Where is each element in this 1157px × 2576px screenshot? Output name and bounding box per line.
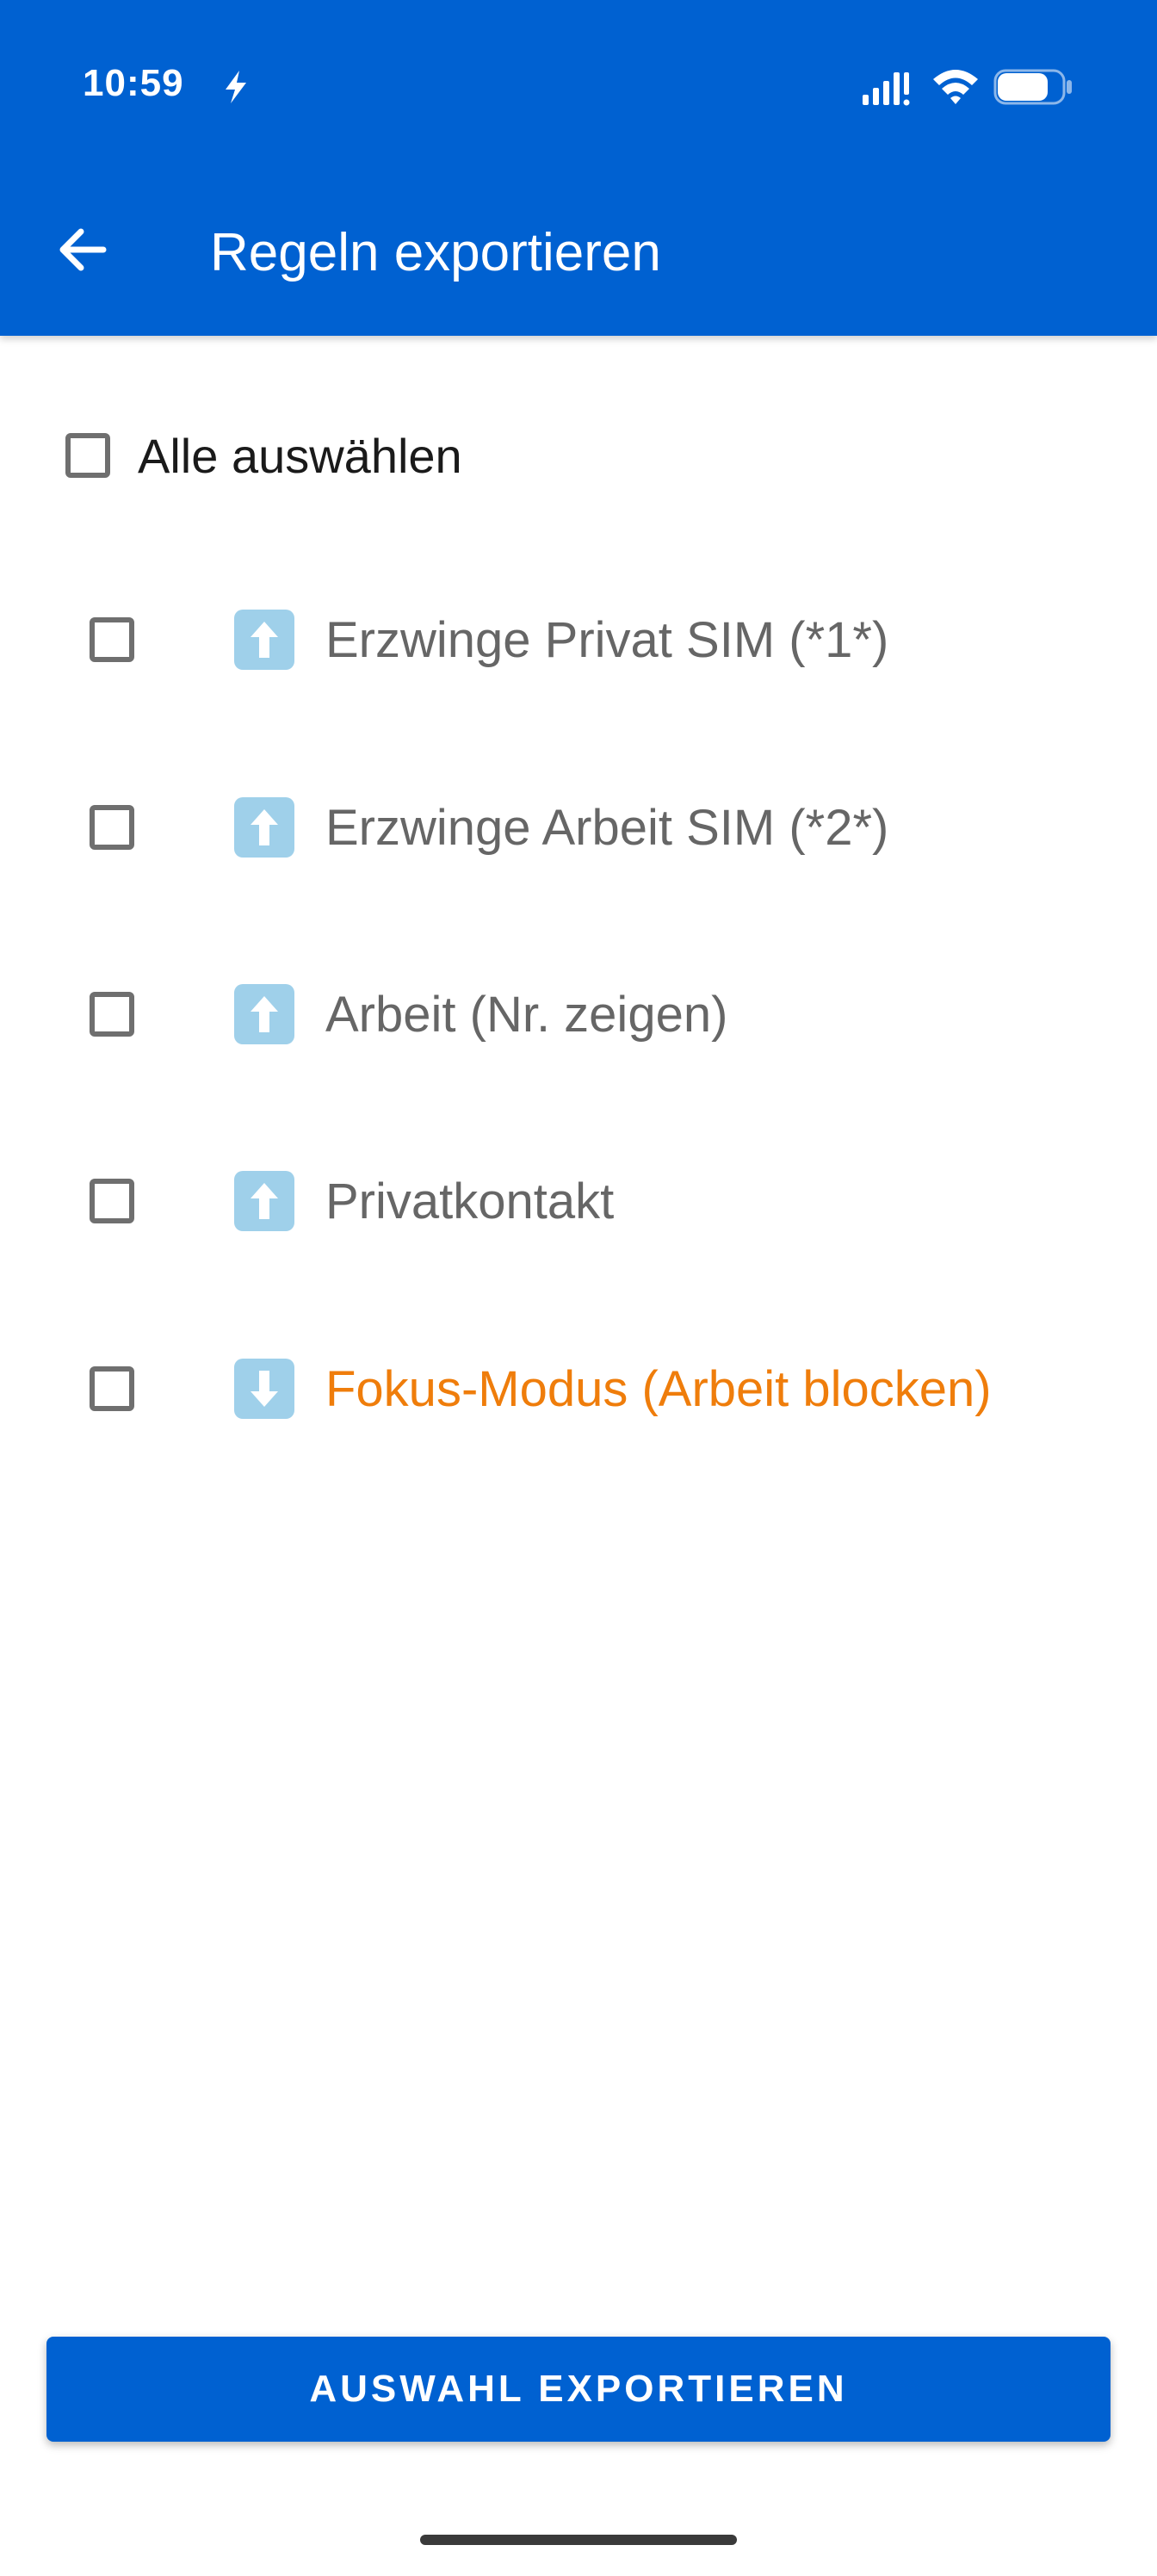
arrow-up-icon — [234, 1171, 294, 1231]
rule-checkbox[interactable] — [90, 617, 134, 662]
rule-item[interactable]: Erzwinge Privat SIM (*1*) — [0, 575, 1157, 704]
select-all-label: Alle auswählen — [138, 428, 462, 483]
arrow-up-icon — [234, 984, 294, 1044]
home-indicator[interactable] — [420, 2535, 737, 2545]
select-all-checkbox[interactable] — [65, 433, 110, 478]
select-all-row[interactable]: Alle auswählen — [65, 425, 462, 486]
cell-signal-icon — [863, 72, 910, 106]
rule-checkbox[interactable] — [90, 1179, 134, 1223]
arrow-down-icon — [234, 1359, 294, 1419]
rule-label: Erzwinge Arbeit SIM (*2*) — [325, 800, 889, 856]
rule-checkbox[interactable] — [90, 805, 134, 850]
app-bar: 10:59 Regeln exportieren — [0, 0, 1157, 336]
rule-label: Erzwinge Privat SIM (*1*) — [325, 612, 889, 668]
status-time: 10:59 — [83, 62, 184, 104]
charging-bolt-icon — [226, 71, 246, 103]
wifi-icon — [933, 70, 978, 104]
battery-icon — [993, 69, 1072, 105]
page-title: Regeln exportieren — [210, 223, 661, 282]
arrow-up-icon — [234, 610, 294, 670]
arrow-up-icon — [234, 797, 294, 858]
export-selection-button[interactable]: AUSWAHL EXPORTIEREN — [46, 2337, 1111, 2442]
rule-item[interactable]: Fokus-Modus (Arbeit blocken) — [0, 1324, 1157, 1453]
rule-item[interactable]: Arbeit (Nr. zeigen) — [0, 950, 1157, 1079]
rule-checkbox[interactable] — [90, 992, 134, 1037]
rule-label: Privatkontakt — [325, 1173, 615, 1229]
rule-item[interactable]: Privatkontakt — [0, 1136, 1157, 1266]
rule-item[interactable]: Erzwinge Arbeit SIM (*2*) — [0, 763, 1157, 892]
rule-checkbox[interactable] — [90, 1366, 134, 1411]
rule-label: Arbeit (Nr. zeigen) — [325, 987, 728, 1043]
back-arrow-icon[interactable] — [48, 215, 117, 284]
rule-label: Fokus-Modus (Arbeit blocken) — [325, 1361, 992, 1417]
